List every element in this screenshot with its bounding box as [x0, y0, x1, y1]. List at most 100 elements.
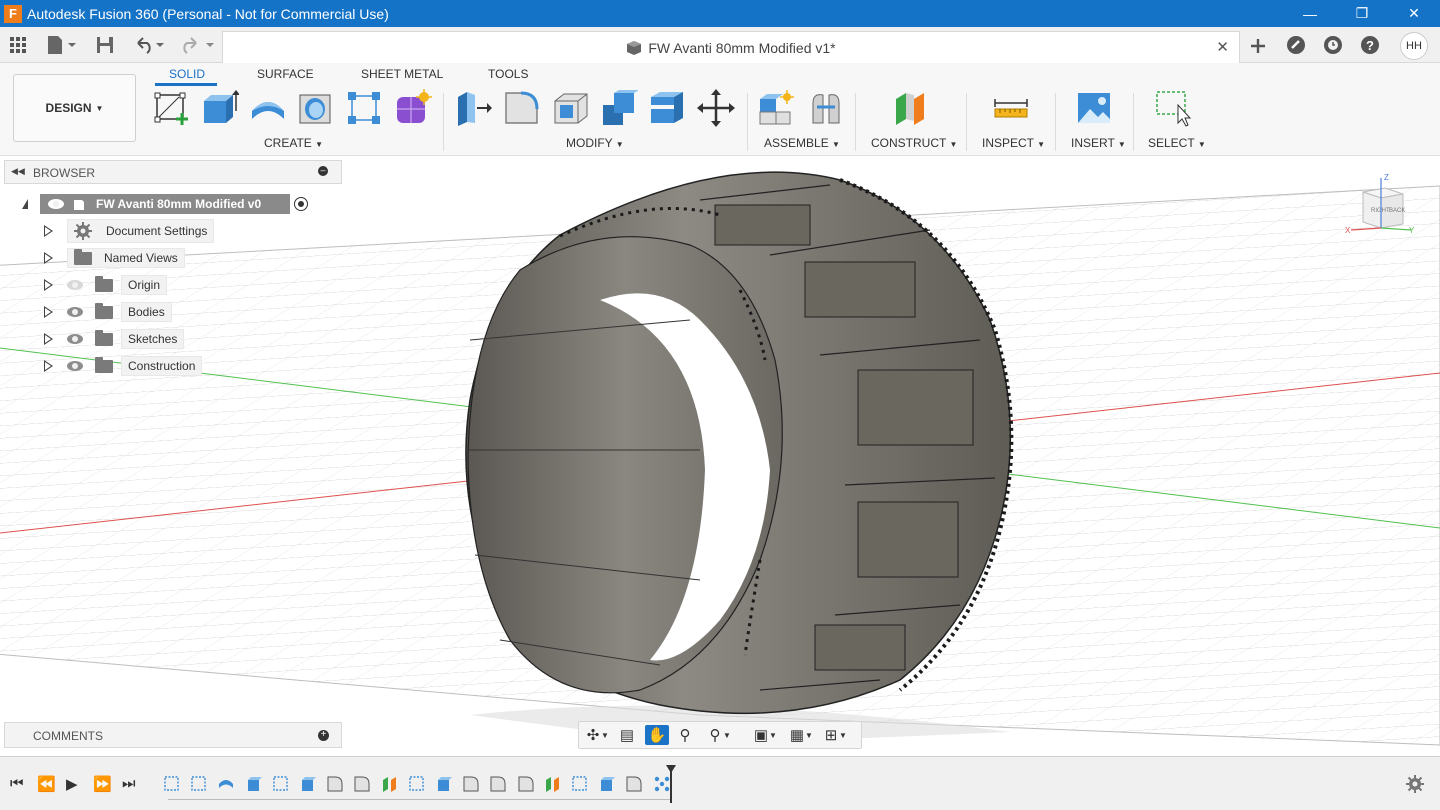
expand-triangle-icon[interactable] — [44, 360, 53, 372]
app-grid-icon[interactable] — [10, 37, 26, 53]
assemble-group-label[interactable]: ASSEMBLE ▼ — [764, 136, 840, 150]
close-window-button[interactable]: ✕ — [1388, 0, 1440, 27]
timeline-revolve-feature[interactable] — [217, 775, 235, 793]
go-to-start-icon[interactable]: ⏮ — [10, 775, 24, 792]
browser-item-construction[interactable]: Construction — [44, 354, 203, 378]
browser-item-origin[interactable]: Origin — [44, 273, 168, 297]
timeline-pattern-feature[interactable] — [653, 775, 671, 793]
go-to-end-icon[interactable]: ⏭ — [122, 775, 136, 792]
maximize-button[interactable]: ❐ — [1336, 0, 1388, 27]
modify-group-label[interactable]: MODIFY ▼ — [566, 136, 624, 150]
joint-button[interactable] — [807, 89, 845, 127]
visibility-eye-icon[interactable] — [48, 199, 64, 209]
timeline-fillet-feature[interactable] — [517, 775, 535, 793]
expand-triangle-icon[interactable] — [44, 279, 53, 291]
model-scene[interactable] — [0, 156, 1440, 754]
browser-minus-icon[interactable]: – — [318, 166, 328, 176]
comments-panel-header[interactable]: COMMENTS + — [4, 722, 342, 748]
timeline-extrude-feature[interactable] — [299, 775, 317, 793]
look-at-icon[interactable]: ▤ — [615, 725, 639, 745]
browser-item-document-settings[interactable]: Document Settings — [44, 219, 215, 243]
user-avatar[interactable]: HH — [1400, 32, 1428, 60]
create-group-label[interactable]: CREATE ▼ — [264, 136, 323, 150]
construct-group-label[interactable]: CONSTRUCT ▼ — [871, 136, 957, 150]
timeline-sketch-feature[interactable] — [163, 775, 181, 793]
undo-icon[interactable] — [134, 35, 166, 55]
pattern-button[interactable] — [345, 89, 383, 127]
timeline-sketch-feature[interactable] — [190, 775, 208, 793]
fillet-button[interactable] — [503, 89, 541, 127]
expand-triangle-icon[interactable] — [44, 333, 53, 345]
offset-plane-button[interactable] — [892, 89, 930, 127]
chevron-down-icon[interactable]: ▼ — [599, 725, 611, 745]
timeline-fillet-feature[interactable] — [353, 775, 371, 793]
pan-hand-icon[interactable]: ✋ — [645, 725, 669, 745]
timeline-fillet-feature[interactable] — [326, 775, 344, 793]
close-tab-icon[interactable]: ✕ — [1216, 38, 1229, 56]
timeline-sketch-feature[interactable] — [571, 775, 589, 793]
shell-button[interactable] — [552, 89, 590, 127]
visibility-eye-icon[interactable] — [67, 361, 83, 371]
expand-triangle-icon[interactable] — [44, 225, 53, 237]
chevron-down-icon[interactable]: ▼ — [803, 725, 815, 745]
job-status-icon[interactable] — [1323, 35, 1343, 55]
create-form-button[interactable] — [394, 89, 432, 127]
tab-sheet-metal[interactable]: SHEET METAL — [361, 67, 443, 81]
chevron-down-icon[interactable]: ▼ — [837, 725, 849, 745]
play-icon[interactable]: ▶ — [66, 775, 78, 793]
timeline-extrude-feature[interactable] — [598, 775, 616, 793]
ring-model[interactable] — [465, 171, 1014, 715]
help-icon[interactable]: ? — [1360, 35, 1380, 55]
redo-icon[interactable] — [180, 35, 216, 55]
workspace-switcher[interactable]: DESIGN ▼ — [13, 74, 136, 142]
activate-radio-icon[interactable] — [294, 197, 308, 211]
view-cube[interactable]: RIGHT BACK Z X Y — [1345, 172, 1415, 240]
extrude-button[interactable] — [201, 89, 239, 127]
new-component-button[interactable] — [757, 89, 795, 127]
browser-root-row[interactable]: FW Avanti 80mm Modified v0 — [22, 192, 308, 216]
browser-item-sketches[interactable]: Sketches — [44, 327, 185, 351]
timeline-settings-gear-icon[interactable] — [1406, 775, 1424, 793]
step-back-icon[interactable]: ⏪ — [37, 775, 56, 793]
browser-item-bodies[interactable]: Bodies — [44, 300, 172, 324]
chevron-down-icon[interactable]: ▼ — [721, 725, 733, 745]
select-button[interactable] — [1154, 89, 1192, 127]
step-forward-icon[interactable]: ⏩ — [93, 775, 112, 793]
move-copy-button[interactable] — [697, 89, 735, 127]
collapse-triangle-icon[interactable] — [22, 199, 28, 209]
timeline-fillet-feature[interactable] — [489, 775, 507, 793]
timeline-sketch-feature[interactable] — [272, 775, 290, 793]
timeline-extrude-feature[interactable] — [245, 775, 263, 793]
hole-button[interactable] — [297, 89, 335, 127]
timeline-plane-feature[interactable] — [381, 775, 399, 793]
tab-surface[interactable]: SURFACE — [257, 67, 314, 81]
timeline-fillet-feature[interactable] — [625, 775, 643, 793]
create-sketch-button[interactable] — [153, 89, 191, 127]
insert-canvas-button[interactable] — [1075, 89, 1113, 127]
add-comment-icon[interactable]: + — [318, 730, 329, 741]
extensions-icon[interactable] — [1286, 35, 1306, 55]
browser-item-named-views[interactable]: Named Views — [44, 246, 185, 270]
insert-group-label[interactable]: INSERT ▼ — [1071, 136, 1126, 150]
expand-triangle-icon[interactable] — [44, 306, 53, 318]
minimize-button[interactable]: — — [1284, 0, 1336, 27]
timeline-extrude-feature[interactable] — [435, 775, 453, 793]
combine-button[interactable] — [600, 89, 638, 127]
select-group-label[interactable]: SELECT ▼ — [1148, 136, 1206, 150]
view-cube-face-back[interactable]: BACK — [1389, 208, 1405, 214]
offset-face-button[interactable] — [648, 89, 686, 127]
timeline-marker-handle[interactable] — [666, 765, 676, 773]
chevron-down-icon[interactable]: ▼ — [767, 725, 779, 745]
new-tab-icon[interactable] — [1249, 37, 1267, 55]
collapse-browser-icon[interactable]: ◀◀ — [11, 166, 25, 177]
visibility-hidden-icon[interactable] — [67, 280, 83, 290]
canvas-viewport[interactable]: RIGHT BACK Z X Y — [0, 156, 1440, 754]
file-menu-icon[interactable] — [46, 35, 78, 55]
visibility-eye-icon[interactable] — [67, 334, 83, 344]
timeline-fillet-feature[interactable] — [462, 775, 480, 793]
measure-button[interactable] — [992, 89, 1030, 127]
revolve-button[interactable] — [249, 89, 287, 127]
zoom-icon[interactable]: ⚲ — [673, 725, 697, 745]
tab-solid[interactable]: SOLID — [169, 67, 205, 81]
inspect-group-label[interactable]: INSPECT ▼ — [982, 136, 1045, 150]
